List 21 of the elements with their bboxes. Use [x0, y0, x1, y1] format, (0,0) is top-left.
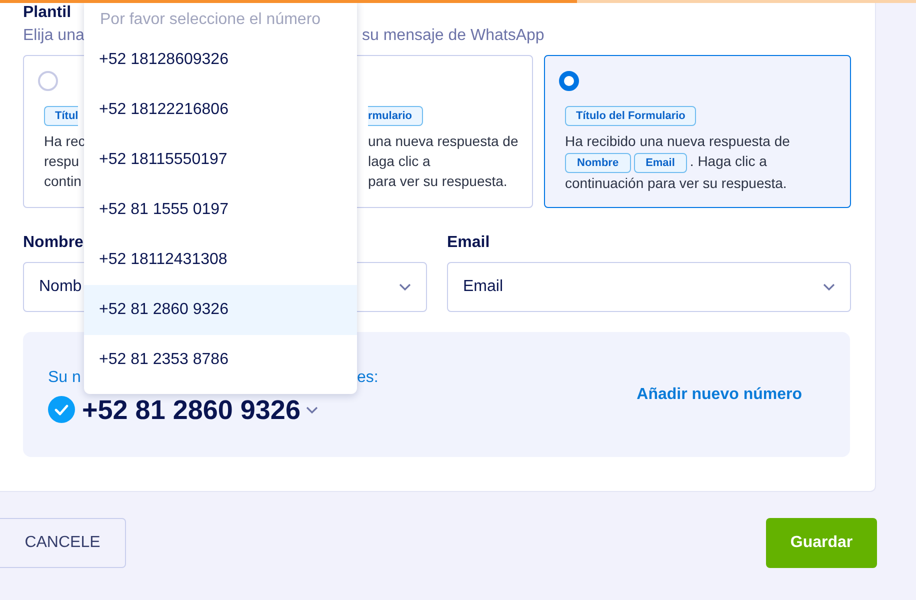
field-label: Email — [447, 233, 490, 253]
message-text: contin — [44, 172, 82, 191]
message-text: una nueva respuesta de — [368, 132, 518, 151]
field-tag: Títul — [44, 106, 78, 126]
field-label: Nombre — [23, 233, 84, 253]
number-label: Su n — [48, 368, 82, 388]
subtitle-text: su mensaje de WhatsApp — [362, 26, 544, 46]
field-tag: rmulario — [368, 106, 424, 126]
message-text: respu — [44, 152, 80, 171]
field-tag: Nombre — [565, 153, 631, 173]
message-text: Ha recibido una nueva respuesta de — [565, 133, 790, 149]
message-text: continuación para ver su respuesta. — [565, 174, 787, 193]
message-text: para ver su respuesta. — [368, 172, 508, 191]
subtitle-text: Elija una — [23, 26, 86, 46]
message-text: Ha rec — [44, 132, 86, 151]
message-text: . Haga clic a — [690, 153, 767, 169]
section-title: Plantil — [23, 4, 72, 22]
message-text: laga clic a — [368, 152, 430, 171]
field-tag: Email — [634, 153, 687, 173]
number-label: es: — [357, 368, 378, 388]
field-tag: Título del Formulario — [565, 106, 696, 126]
